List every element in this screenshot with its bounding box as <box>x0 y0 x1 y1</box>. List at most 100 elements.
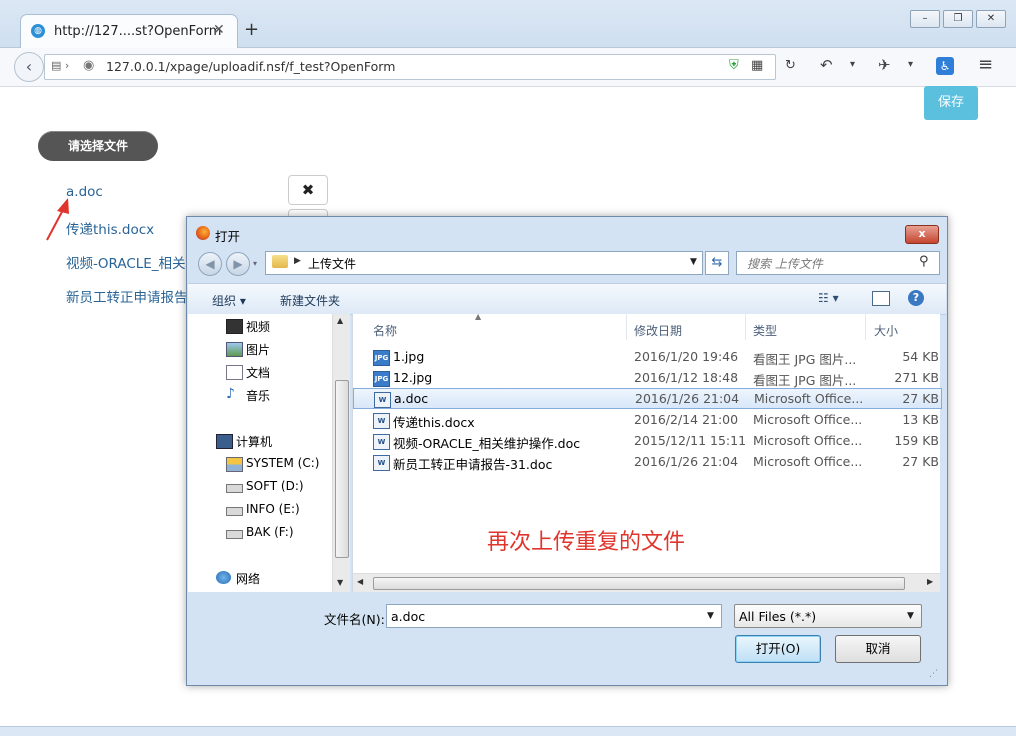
back-icon[interactable]: ◀ <box>198 252 222 276</box>
file-date: 2016/1/12 18:48 <box>634 370 739 385</box>
resize-grip-icon[interactable]: ⋰ <box>929 669 938 679</box>
file-name: a.doc <box>394 391 429 406</box>
view-options-icon[interactable]: ☷ ▾ <box>818 291 839 305</box>
sort-ascending-icon: ▲ <box>475 312 482 321</box>
forward-icon[interactable]: ▶ <box>226 252 250 276</box>
column-header-size[interactable]: 大小 <box>874 322 898 339</box>
nav-scrollbar[interactable]: ▲ ▼ <box>332 314 350 592</box>
firefox-icon <box>196 226 210 240</box>
file-row[interactable]: W 传递this.docx 2016/2/14 21:00 Microsoft … <box>353 409 940 430</box>
nav-item-label: 视频 <box>246 320 271 334</box>
word-icon: W <box>374 392 391 408</box>
column-header-type[interactable]: 类型 <box>753 322 777 339</box>
file-date: 2016/1/26 21:04 <box>635 391 740 406</box>
nav-item-drive-e[interactable]: INFO (E:) <box>226 502 300 516</box>
nav-item-music[interactable]: ♪ 音乐 <box>226 387 271 404</box>
dialog-title: 打开 <box>215 229 241 244</box>
jpg-icon: JPG <box>373 350 390 366</box>
jpg-icon: JPG <box>373 371 390 387</box>
filename-input[interactable]: a.doc ▼ <box>386 604 722 628</box>
nav-item-pictures[interactable]: 图片 <box>226 341 270 358</box>
chevron-down-icon[interactable]: ▾ <box>253 259 257 268</box>
network-icon <box>216 571 231 584</box>
nav-item-label: 文档 <box>246 366 271 380</box>
filename-label: 文件名(N): <box>324 612 385 627</box>
file-row[interactable]: JPG 12.jpg 2016/1/12 18:48 看图王 JPG 图片...… <box>353 367 940 388</box>
nav-item-videos[interactable]: 视频 <box>226 318 271 335</box>
open-button[interactable]: 打开(O) <box>735 635 821 663</box>
path-bar[interactable]: ▶ 上传文件 ▼ <box>265 251 703 275</box>
file-size: 27 KB <box>902 454 939 469</box>
chevron-down-icon[interactable]: ▼ <box>690 257 697 267</box>
document-icon <box>226 365 243 380</box>
column-header-date[interactable]: 修改日期 <box>634 322 682 339</box>
file-type: Microsoft Office... <box>754 391 864 406</box>
column-header-name[interactable]: 名称 <box>373 322 397 339</box>
file-date: 2016/1/20 19:46 <box>634 349 739 364</box>
file-list-scrollbar[interactable]: ◀ ▶ <box>353 573 940 592</box>
search-input[interactable]: 搜索 上传文件 ⚲ <box>736 251 940 275</box>
file-name: 新员工转正申请报告-31.doc <box>393 457 553 472</box>
file-name: 12.jpg <box>393 370 433 385</box>
file-row[interactable]: W 视频-ORACLE_相关维护操作.doc 2015/12/11 15:11 … <box>353 430 940 451</box>
chevron-down-icon[interactable]: ▼ <box>707 611 714 621</box>
file-size: 54 KB <box>902 349 939 364</box>
nav-item-documents[interactable]: 文档 <box>226 364 271 381</box>
column-divider[interactable] <box>626 314 627 340</box>
refresh-icon[interactable]: ⇆ <box>705 251 729 275</box>
help-icon[interactable]: ? <box>908 290 924 306</box>
file-type: Microsoft Office... <box>753 454 863 469</box>
nav-item-label: SOFT (D:) <box>246 479 304 493</box>
file-type-select[interactable]: All Files (*.*) ▼ <box>734 604 922 628</box>
computer-icon <box>216 434 233 449</box>
scroll-up-icon[interactable]: ▲ <box>337 316 343 325</box>
file-row[interactable]: JPG 1.jpg 2016/1/20 19:46 看图王 JPG 图片... … <box>353 346 940 367</box>
dialog-toolbar: 组织 ▾ 新建文件夹 ☷ ▾ ? <box>188 283 946 315</box>
file-date: 2016/1/26 21:04 <box>634 454 739 469</box>
open-file-dialog: 打开 x ◀ ▶ ▾ ▶ 上传文件 ▼ ⇆ 搜索 上传文件 ⚲ 组织 ▾ 新建文… <box>186 216 948 686</box>
file-date: 2015/12/11 15:11 <box>634 433 747 448</box>
nav-item-label: 计算机 <box>236 435 273 449</box>
nav-scroll-thumb[interactable] <box>335 380 349 558</box>
column-divider[interactable] <box>865 314 866 340</box>
nav-item-label: 网络 <box>236 572 261 586</box>
nav-item-drive-d[interactable]: SOFT (D:) <box>226 479 304 493</box>
scroll-left-icon[interactable]: ◀ <box>357 577 363 586</box>
file-size: 159 KB <box>894 433 939 448</box>
search-icon[interactable]: ⚲ <box>919 254 929 269</box>
nav-item-drive-c[interactable]: SYSTEM (C:) <box>226 456 320 472</box>
file-row[interactable]: W 新员工转正申请报告-31.doc 2016/1/26 21:04 Micro… <box>353 451 940 472</box>
dialog-close-button[interactable]: x <box>905 225 939 244</box>
annotation-text: 再次上传重复的文件 <box>487 530 686 555</box>
scroll-down-icon[interactable]: ▼ <box>337 578 343 587</box>
file-size: 271 KB <box>894 370 939 385</box>
drive-icon <box>226 530 243 539</box>
annotation-arrowhead <box>57 198 69 214</box>
new-folder-button[interactable]: 新建文件夹 <box>280 292 340 309</box>
chevron-down-icon[interactable]: ▼ <box>907 611 914 621</box>
preview-pane-icon[interactable] <box>872 291 890 306</box>
drive-icon <box>226 457 243 472</box>
search-placeholder: 搜索 上传文件 <box>747 257 823 271</box>
drive-icon <box>226 507 243 516</box>
word-icon: W <box>373 455 390 471</box>
file-type: Microsoft Office... <box>753 412 863 427</box>
file-name: 1.jpg <box>393 349 425 364</box>
file-date: 2016/2/14 21:00 <box>634 412 739 427</box>
nav-item-drive-f[interactable]: BAK (F:) <box>226 525 294 539</box>
nav-item-computer[interactable]: 计算机 <box>216 433 273 450</box>
organize-button[interactable]: 组织 ▾ <box>212 292 246 309</box>
file-size: 13 KB <box>902 412 939 427</box>
column-divider[interactable] <box>745 314 746 340</box>
cancel-button[interactable]: 取消 <box>835 635 921 663</box>
file-list-scroll-thumb[interactable] <box>373 577 905 590</box>
file-type-value: All Files (*.*) <box>739 609 817 624</box>
file-type: 看图王 JPG 图片... <box>753 373 857 388</box>
file-type: Microsoft Office... <box>753 433 863 448</box>
nav-item-label: 音乐 <box>246 389 271 403</box>
word-icon: W <box>373 413 390 429</box>
nav-item-label: SYSTEM (C:) <box>246 456 320 470</box>
file-row-selected[interactable]: W a.doc 2016/1/26 21:04 Microsoft Office… <box>353 388 942 409</box>
scroll-right-icon[interactable]: ▶ <box>927 577 933 586</box>
nav-item-network[interactable]: 网络 <box>216 570 261 587</box>
